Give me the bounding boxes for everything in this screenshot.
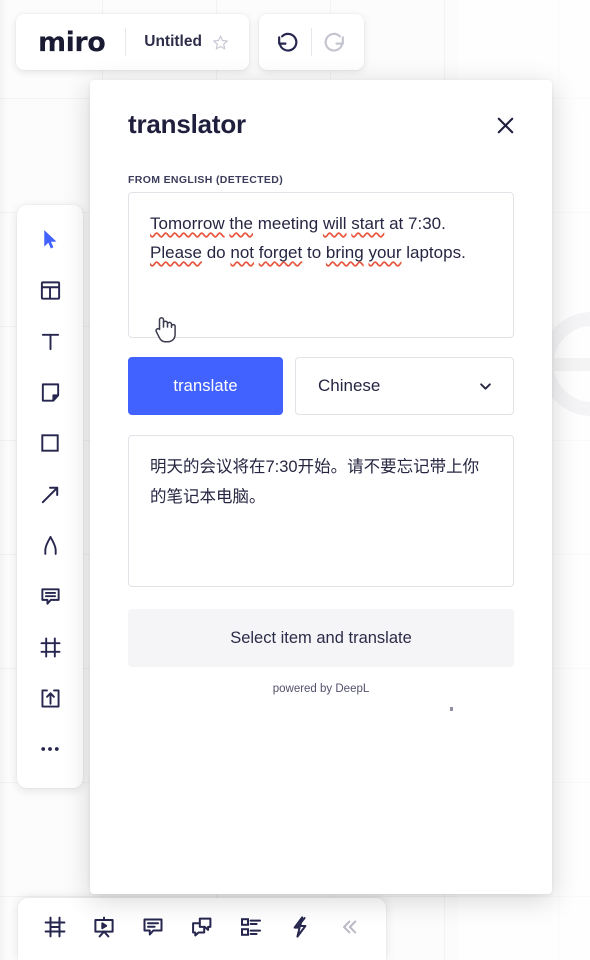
- list-cards-icon: [239, 915, 263, 944]
- presentation-play-icon: [92, 915, 116, 944]
- tool-comment[interactable]: [25, 574, 75, 623]
- spellcheck-word: start: [351, 214, 385, 233]
- source-text-input[interactable]: Tomorrow the meeting will start at 7:30.…: [128, 192, 514, 338]
- spellcheck-word: will: [322, 214, 347, 233]
- tool-templates[interactable]: [25, 268, 75, 317]
- panel-title: translator: [128, 108, 246, 139]
- upload-box-icon: [39, 687, 62, 715]
- pen-compass-icon: [39, 534, 62, 562]
- redo-arrow-icon: [322, 28, 347, 56]
- star-icon[interactable]: [212, 34, 249, 51]
- target-language-value: Chinese: [318, 376, 381, 395]
- close-x-icon[interactable]: [490, 110, 520, 140]
- tool-pen[interactable]: [25, 523, 75, 572]
- top-toolbar: miro Untitled: [16, 14, 364, 70]
- canvas-left-shadow: [0, 0, 8, 960]
- undo-button[interactable]: [265, 19, 311, 65]
- tool-upload[interactable]: [25, 676, 75, 725]
- board-title-bar: miro Untitled: [16, 14, 249, 70]
- arrow-diagonal-icon: [39, 483, 62, 511]
- bottom-chat-button[interactable]: [179, 904, 226, 954]
- template-grid-icon: [39, 279, 62, 307]
- tool-text[interactable]: [25, 319, 75, 368]
- canvas-stray-dot: [450, 707, 453, 711]
- tool-shapes[interactable]: [25, 421, 75, 470]
- target-language-select[interactable]: Chinese: [295, 357, 514, 415]
- miro-board-app: miro Untitled translator FROM ENGLISH (D…: [0, 0, 590, 960]
- bottom-cards-button[interactable]: [227, 904, 274, 954]
- sticky-note-icon: [39, 381, 62, 409]
- select-item-and-translate-button[interactable]: Select item and translate: [128, 609, 514, 667]
- translated-text-content: 明天的会议将在7:30开始。请不要忘记带上你的笔记本电脑。: [150, 458, 480, 506]
- comment-lines-icon: [141, 915, 165, 944]
- spellcheck-word: Tomorrow: [150, 214, 225, 233]
- tool-more-apps[interactable]: [25, 727, 75, 776]
- undo-redo-bar: [258, 14, 364, 70]
- double-chevron-left-icon: [339, 917, 359, 942]
- translator-panel-body: FROM ENGLISH (DETECTED) Tomorrow the mee…: [90, 174, 552, 711]
- text-t-icon: [39, 330, 62, 358]
- bottom-apps-button[interactable]: [276, 904, 323, 954]
- translator-panel-header: translator: [90, 80, 552, 140]
- translate-controls-row: translate Chinese: [128, 357, 514, 415]
- square-shape-icon: [39, 432, 61, 459]
- powered-by-label: powered by DeepL: [272, 683, 370, 695]
- translator-panel: translator FROM ENGLISH (DETECTED) Tomor…: [90, 80, 552, 894]
- translated-text-output[interactable]: 明天的会议将在7:30开始。请不要忘记带上你的笔记本电脑。: [128, 435, 514, 587]
- bottom-presentation-button[interactable]: [81, 904, 128, 954]
- cursor-arrow-icon: [39, 228, 62, 256]
- spellcheck-word: not: [230, 243, 255, 262]
- bottom-collapse-button[interactable]: [325, 904, 372, 954]
- undo-arrow-icon: [275, 28, 300, 56]
- miro-logo[interactable]: miro: [16, 29, 125, 56]
- ellipsis-icon: [38, 737, 62, 766]
- frame-icon: [39, 636, 62, 664]
- spellcheck-word: Please: [150, 243, 202, 262]
- spellcheck-word: the: [229, 214, 253, 233]
- tool-sticky-note[interactable]: [25, 370, 75, 419]
- board-title[interactable]: Untitled: [126, 33, 212, 51]
- comment-bubble-icon: [39, 585, 62, 613]
- source-text-content: Tomorrow the meeting will start at 7:30.…: [150, 214, 466, 262]
- bottom-frames-button[interactable]: [32, 904, 79, 954]
- frame-icon: [43, 915, 67, 944]
- bottom-comments-button[interactable]: [130, 904, 177, 954]
- chat-bubbles-icon: [190, 915, 214, 944]
- translate-button[interactable]: translate: [128, 357, 283, 415]
- source-language-label: FROM ENGLISH (DETECTED): [128, 174, 284, 186]
- lightning-bolt-icon: [288, 915, 312, 944]
- tool-connection-line[interactable]: [25, 472, 75, 521]
- tool-select-cursor[interactable]: [25, 217, 75, 266]
- spellcheck-word: your: [368, 243, 402, 262]
- chevron-down-icon: [478, 379, 493, 394]
- tool-frame[interactable]: [25, 625, 75, 674]
- left-tool-palette: [17, 205, 83, 788]
- spellcheck-word: forget: [258, 243, 303, 262]
- redo-button[interactable]: [312, 19, 358, 65]
- bottom-tool-palette: [18, 898, 386, 960]
- spellcheck-word: bring: [325, 243, 364, 262]
